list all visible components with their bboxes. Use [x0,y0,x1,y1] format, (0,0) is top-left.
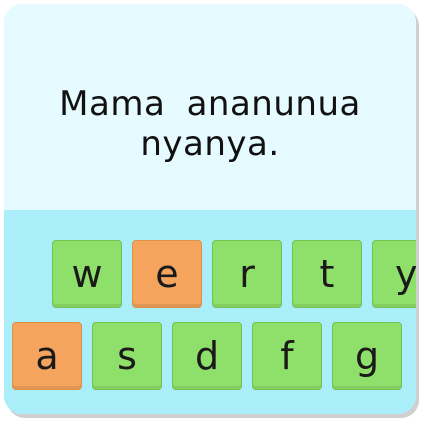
key-t[interactable]: t [292,240,362,308]
target-sentence: Mama ananunua nyanya. [59,84,361,164]
key-y[interactable]: y [372,240,416,308]
key-e[interactable]: e [132,240,202,308]
key-a[interactable]: a [12,322,82,390]
key-f[interactable]: f [252,322,322,390]
prompt-area: Mama ananunua nyanya. [4,4,416,210]
key-g[interactable]: g [332,322,402,390]
key-w[interactable]: w [52,240,122,308]
key-d[interactable]: d [172,322,242,390]
key-s[interactable]: s [92,322,162,390]
on-screen-keyboard: w e r t y a s d f g [4,210,416,414]
key-r[interactable]: r [212,240,282,308]
typing-card: Mama ananunua nyanya. w e r t y a s d f … [4,4,416,414]
